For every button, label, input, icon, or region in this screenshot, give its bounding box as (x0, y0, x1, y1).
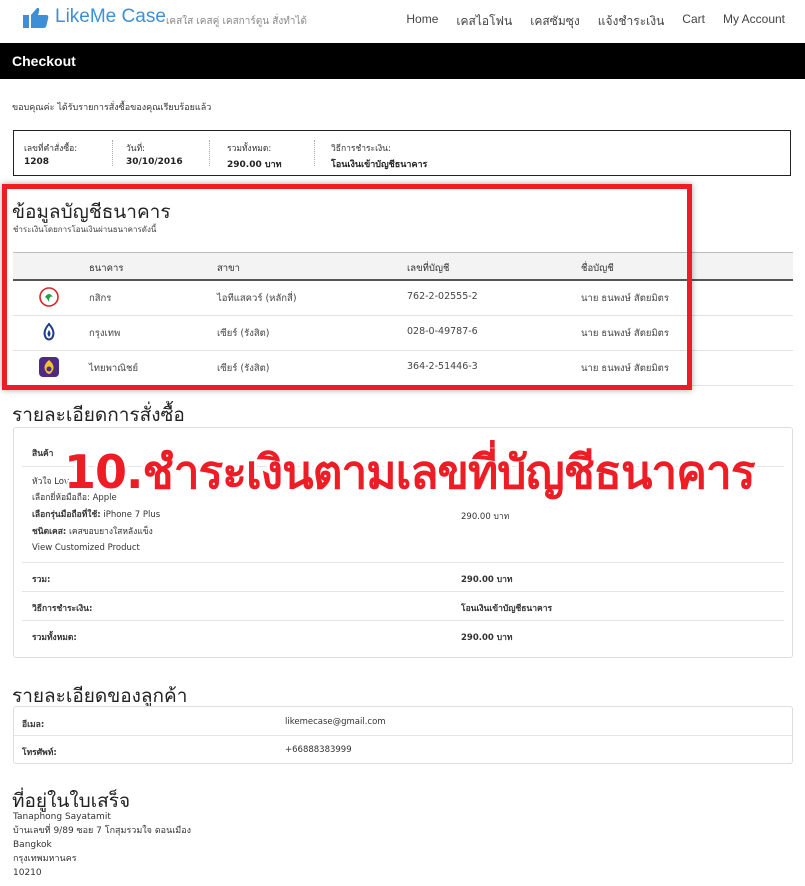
order-total: รวมทั้งหมด: 290.00 บาท (227, 141, 282, 171)
payment-method: วิธีการชำระเงิน: โอนเงินเข้าบัญชีธนาคาร (331, 141, 427, 171)
order-date: วันที่: 30/10/2016 (126, 141, 183, 167)
grand-total-value: 290.00 บาท (461, 633, 513, 643)
order-number: เลขที่คำสั่งซื้อ: 1208 (24, 141, 77, 167)
order-overview: เลขที่คำสั่งซื้อ: 1208 วันที่: 30/10/201… (13, 130, 791, 176)
attr-model-label: เลือกรุ่นมือถือที่ใช้: (32, 510, 101, 520)
nav-home[interactable]: Home (406, 12, 438, 31)
payment-method-value: โอนเงินเข้าบัญชีธนาคาร (331, 160, 428, 170)
instruction-overlay: 10.ชำระเงินตามเลขที่บัญชีธนาคาร (64, 445, 756, 499)
nav-my-account[interactable]: My Account (723, 12, 785, 31)
attr-model-value: iPhone 7 Plus (103, 510, 161, 520)
payment-method-label: วิธีการชำระเงิน: (331, 144, 391, 154)
attr-case-value: เคสขอบยางใสหลังแข็ง (68, 527, 153, 537)
address-line: Bangkok (13, 840, 52, 850)
divider (209, 140, 210, 166)
divider (22, 562, 784, 563)
address-line: บ้านเลขที่ 9/89 ซอย 7 โกสุมรวมใจ ดอนเมือ… (13, 826, 192, 836)
item-attribute-model: เลือกรุ่นมือถือที่ใช้: iPhone 7 Plus (32, 507, 160, 521)
order-total-label: รวมทั้งหมด: (227, 144, 272, 154)
brand-tagline: เคสใส เคสคู่ เคสการ์ตูน สั่งทำได้ (166, 16, 307, 27)
order-total-value: 290.00 บาท (227, 160, 282, 170)
thank-you-message: ขอบคุณค่ะ ได้รับรายการสั่งซื้อของคุณเรีย… (12, 103, 212, 113)
divider (314, 140, 315, 166)
item-price: 290.00 บาท (461, 512, 510, 522)
nav-samsung-cases[interactable]: เคสซัมซุง (530, 12, 580, 31)
product-header: สินค้า (32, 449, 54, 459)
nav-payment-notify[interactable]: แจ้งชำระเงิน (598, 12, 665, 31)
top-navigation: LikeMe Case เคสใส เคสคู่ เคสการ์ตูน สั่ง… (0, 0, 805, 43)
page-title-bar: Checkout (0, 43, 805, 79)
grand-total-label: รวมทั้งหมด: (32, 633, 77, 643)
email-label: อีเมล: (22, 720, 45, 730)
billing-address: Tanaphong Sayatamit บ้านเลขที่ 9/89 ซอย … (13, 810, 191, 880)
order-number-label: เลขที่คำสั่งซื้อ: (24, 144, 78, 154)
subtotal-label: รวม: (32, 575, 51, 585)
view-customized-product-link[interactable]: View Customized Product (32, 543, 140, 553)
subtotal-value: 290.00 บาท (461, 575, 513, 585)
address-line: Tanaphong Sayatamit (13, 812, 111, 822)
payment-method-label: วิธีการชำระเงิน: (32, 604, 93, 614)
customer-details-table: อีเมล: likemecase@gmail.com โทรศัพท์: +6… (13, 706, 793, 764)
attr-case-label: ชนิดเคส: (32, 527, 67, 537)
address-line: กรุงเทพมหานคร (13, 854, 77, 864)
order-number-value: 1208 (24, 157, 50, 167)
nav-cart[interactable]: Cart (682, 12, 705, 31)
nav-iphone-cases[interactable]: เคสไอโฟน (456, 12, 512, 31)
order-date-label: วันที่: (126, 144, 146, 154)
phone-value: +66888383999 (285, 745, 352, 755)
divider (112, 140, 113, 166)
payment-method-value: โอนเงินเข้าบัญชีธนาคาร (461, 604, 553, 614)
order-date-value: 30/10/2016 (126, 157, 183, 167)
brand-name[interactable]: LikeMe Case (55, 6, 166, 28)
address-line: 10210 (13, 868, 42, 878)
thumbs-up-logo-icon[interactable] (22, 6, 50, 30)
divider (22, 620, 784, 621)
page-title: Checkout (12, 53, 76, 69)
highlight-box (2, 184, 692, 390)
divider (22, 591, 784, 592)
item-attribute-case: ชนิดเคส: เคสขอบยางใสหลังแข็ง (32, 524, 153, 538)
phone-label: โทรศัพท์: (22, 748, 57, 758)
email-value: likemecase@gmail.com (285, 717, 386, 727)
main-menu: Home เคสไอโฟน เคสซัมซุง แจ้งชำระเงิน Car… (388, 12, 785, 31)
order-details-title: รายละเอียดการสั่งซื้อ (12, 404, 185, 426)
divider (14, 735, 792, 736)
